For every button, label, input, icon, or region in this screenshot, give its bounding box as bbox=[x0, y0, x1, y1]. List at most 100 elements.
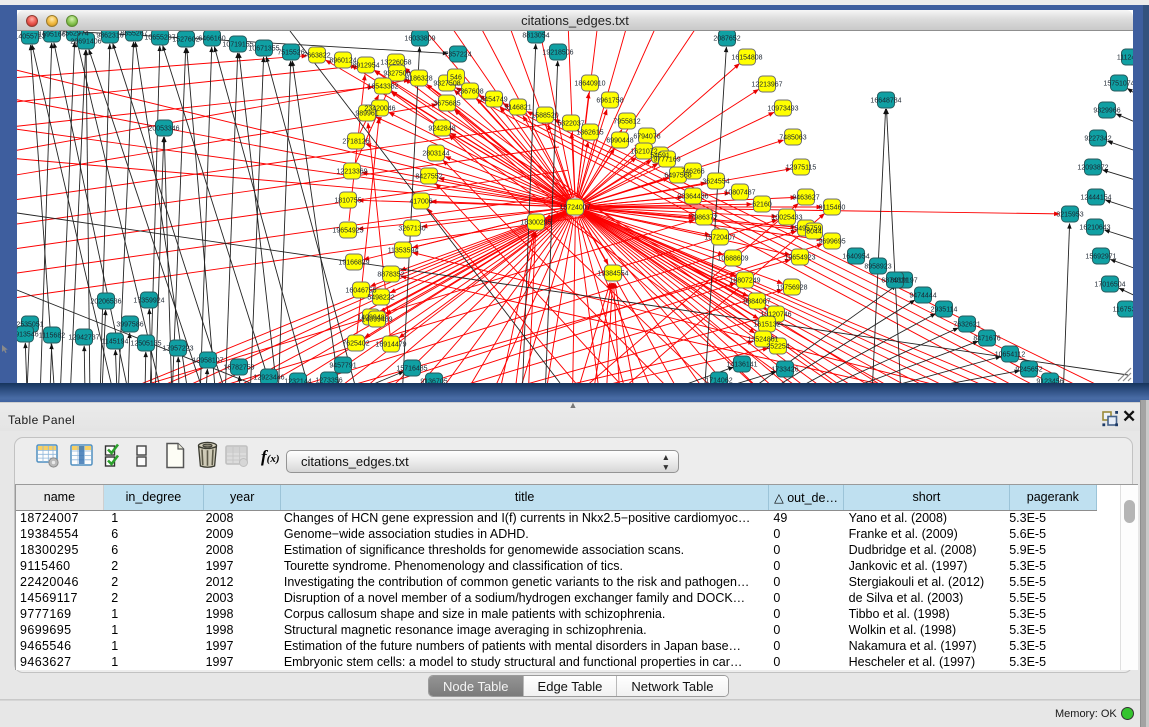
svg-text:10654112: 10654112 bbox=[995, 351, 1026, 358]
svg-text:11353594: 11353594 bbox=[388, 247, 419, 254]
svg-text:1588520: 1588520 bbox=[531, 112, 558, 119]
svg-text:1640954: 1640954 bbox=[842, 253, 869, 260]
svg-text:7986372: 7986372 bbox=[690, 214, 717, 221]
svg-text:17016504: 17016504 bbox=[1094, 281, 1125, 288]
svg-text:17957223: 17957223 bbox=[162, 345, 193, 352]
svg-text:1733426: 1733426 bbox=[771, 366, 798, 373]
svg-text:8471676: 8471676 bbox=[973, 335, 1000, 342]
svg-text:9699695: 9699695 bbox=[818, 238, 845, 245]
svg-text:19166829: 19166829 bbox=[338, 259, 369, 266]
svg-text:546: 546 bbox=[450, 74, 462, 81]
svg-text:19384554: 19384554 bbox=[597, 270, 628, 277]
svg-text:746266: 746266 bbox=[681, 168, 704, 175]
svg-text:3997586: 3997586 bbox=[116, 321, 143, 328]
svg-text:9777169: 9777169 bbox=[653, 156, 680, 163]
svg-text:18807249: 18807249 bbox=[729, 277, 760, 284]
svg-text:8454749: 8454749 bbox=[480, 96, 507, 103]
svg-text:7663822: 7663822 bbox=[303, 52, 330, 59]
svg-text:12505135: 12505135 bbox=[130, 340, 161, 347]
svg-text:20206536: 20206536 bbox=[90, 298, 121, 305]
svg-text:19218506: 19218506 bbox=[542, 49, 573, 56]
svg-text:12923446: 12923446 bbox=[253, 374, 284, 381]
svg-text:7357224: 7357224 bbox=[444, 51, 471, 58]
svg-text:1615132: 1615132 bbox=[753, 321, 780, 328]
svg-text:1115682: 1115682 bbox=[39, 332, 65, 339]
svg-text:15720407: 15720407 bbox=[704, 234, 735, 241]
svg-text:12213967: 12213967 bbox=[751, 81, 782, 88]
svg-text:16154808: 16154808 bbox=[731, 54, 762, 61]
svg-text:10807487: 10807487 bbox=[724, 189, 755, 196]
svg-text:1362615: 1362615 bbox=[576, 129, 603, 136]
svg-text:9463627: 9463627 bbox=[792, 194, 819, 201]
svg-text:12213369: 12213369 bbox=[336, 168, 367, 175]
svg-text:12093872: 12093872 bbox=[1077, 164, 1108, 171]
svg-text:9457791: 9457791 bbox=[329, 362, 356, 369]
svg-text:252254: 252254 bbox=[766, 343, 789, 350]
svg-text:2087652: 2087652 bbox=[713, 35, 740, 42]
svg-text:6874321: 6874321 bbox=[881, 277, 908, 284]
svg-text:8912954: 8912954 bbox=[352, 62, 379, 69]
svg-text:2535051: 2535051 bbox=[16, 321, 43, 328]
svg-text:19654925: 19654925 bbox=[332, 227, 363, 234]
svg-text:19756928: 19756928 bbox=[776, 284, 807, 291]
svg-text:9227342: 9227342 bbox=[1084, 135, 1111, 142]
svg-text:9474444: 9474444 bbox=[909, 292, 936, 299]
svg-text:8813054: 8813054 bbox=[522, 32, 549, 39]
svg-text:16648784: 16648784 bbox=[870, 97, 901, 104]
svg-text:9115460: 9115460 bbox=[819, 204, 846, 211]
svg-text:8044: 8044 bbox=[806, 228, 822, 235]
svg-text:9245652: 9245652 bbox=[1015, 366, 1042, 373]
svg-text:12975115: 12975115 bbox=[786, 164, 817, 171]
svg-text:10655287: 10655287 bbox=[144, 34, 175, 41]
svg-text:16033809: 16033809 bbox=[404, 35, 435, 42]
svg-text:10973493: 10973493 bbox=[767, 105, 798, 112]
svg-text:15716485: 15716485 bbox=[396, 365, 427, 372]
svg-text:3624554: 3624554 bbox=[702, 178, 729, 185]
svg-text:18300295: 18300295 bbox=[520, 219, 551, 226]
svg-text:5322037: 5322037 bbox=[557, 120, 584, 127]
svg-text:12444154: 12444154 bbox=[1080, 194, 1111, 201]
svg-text:19654923: 19654923 bbox=[784, 254, 815, 261]
svg-text:9884067: 9884067 bbox=[743, 298, 770, 305]
svg-text:20364436: 20364436 bbox=[677, 193, 708, 200]
svg-text:12942737: 12942737 bbox=[68, 334, 99, 341]
svg-text:7485063: 7485063 bbox=[779, 134, 806, 141]
svg-text:9327508: 9327508 bbox=[433, 80, 460, 87]
svg-text:20691406: 20691406 bbox=[70, 38, 101, 45]
svg-text:3675685: 3675685 bbox=[433, 100, 460, 107]
svg-text:2718126: 2718126 bbox=[342, 138, 369, 145]
svg-text:62160: 62160 bbox=[752, 201, 772, 208]
svg-text:8186328: 8186328 bbox=[405, 75, 432, 82]
svg-text:6990448: 6990448 bbox=[606, 137, 633, 144]
svg-text:7955812: 7955812 bbox=[613, 118, 640, 125]
svg-text:3267130: 3267130 bbox=[398, 225, 425, 232]
svg-text:10688609: 10688609 bbox=[717, 255, 748, 262]
svg-text:20053346: 20053346 bbox=[148, 125, 179, 132]
svg-text:1810755: 1810755 bbox=[334, 197, 361, 204]
svg-text:9242848: 9242848 bbox=[428, 125, 455, 132]
svg-text:2367608: 2367608 bbox=[456, 88, 483, 95]
svg-text:15751074: 15751074 bbox=[1103, 80, 1134, 87]
svg-text:16046755: 16046755 bbox=[345, 287, 376, 294]
svg-text:14099489: 14099489 bbox=[361, 316, 392, 323]
svg-text:16210643: 16210643 bbox=[1079, 224, 1110, 231]
svg-text:18640910: 18640910 bbox=[574, 80, 605, 87]
svg-text:2935114: 2935114 bbox=[931, 306, 958, 313]
svg-text:417006: 417006 bbox=[409, 198, 432, 205]
svg-text:7515526: 7515526 bbox=[277, 49, 304, 56]
svg-text:7562974: 7562974 bbox=[61, 30, 88, 37]
svg-text:16782759: 16782759 bbox=[223, 364, 254, 371]
svg-text:10025433: 10025433 bbox=[771, 214, 802, 221]
svg-text:9146821: 9146821 bbox=[504, 104, 531, 111]
svg-text:18724007: 18724007 bbox=[559, 204, 590, 211]
svg-text:8878352: 8878352 bbox=[377, 271, 404, 278]
svg-text:989961: 989961 bbox=[355, 110, 378, 117]
svg-text:14136141: 14136141 bbox=[726, 361, 757, 368]
svg-text:13524861: 13524861 bbox=[747, 336, 778, 343]
svg-text:15692971: 15692971 bbox=[1085, 253, 1116, 260]
svg-text:16543382: 16543382 bbox=[367, 83, 398, 90]
svg-text:6794078: 6794078 bbox=[633, 133, 660, 140]
svg-text:8427552: 8427552 bbox=[415, 173, 442, 180]
svg-text:10120746: 10120746 bbox=[760, 311, 791, 318]
svg-text:7632621: 7632621 bbox=[953, 321, 980, 328]
